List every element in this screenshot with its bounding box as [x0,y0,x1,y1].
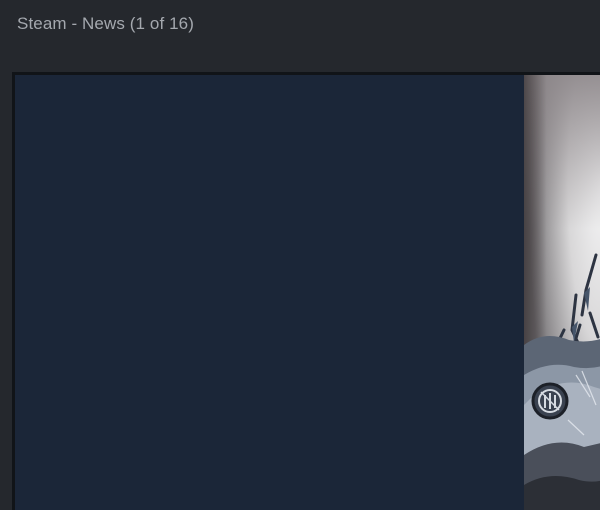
news-artwork-image [524,75,600,510]
news-article-panel [15,75,525,510]
steam-news-window: Steam - News (1 of 16) [0,0,600,510]
window-title: Steam - News (1 of 16) [17,14,194,33]
title-bar[interactable]: Steam - News (1 of 16) [0,0,600,64]
